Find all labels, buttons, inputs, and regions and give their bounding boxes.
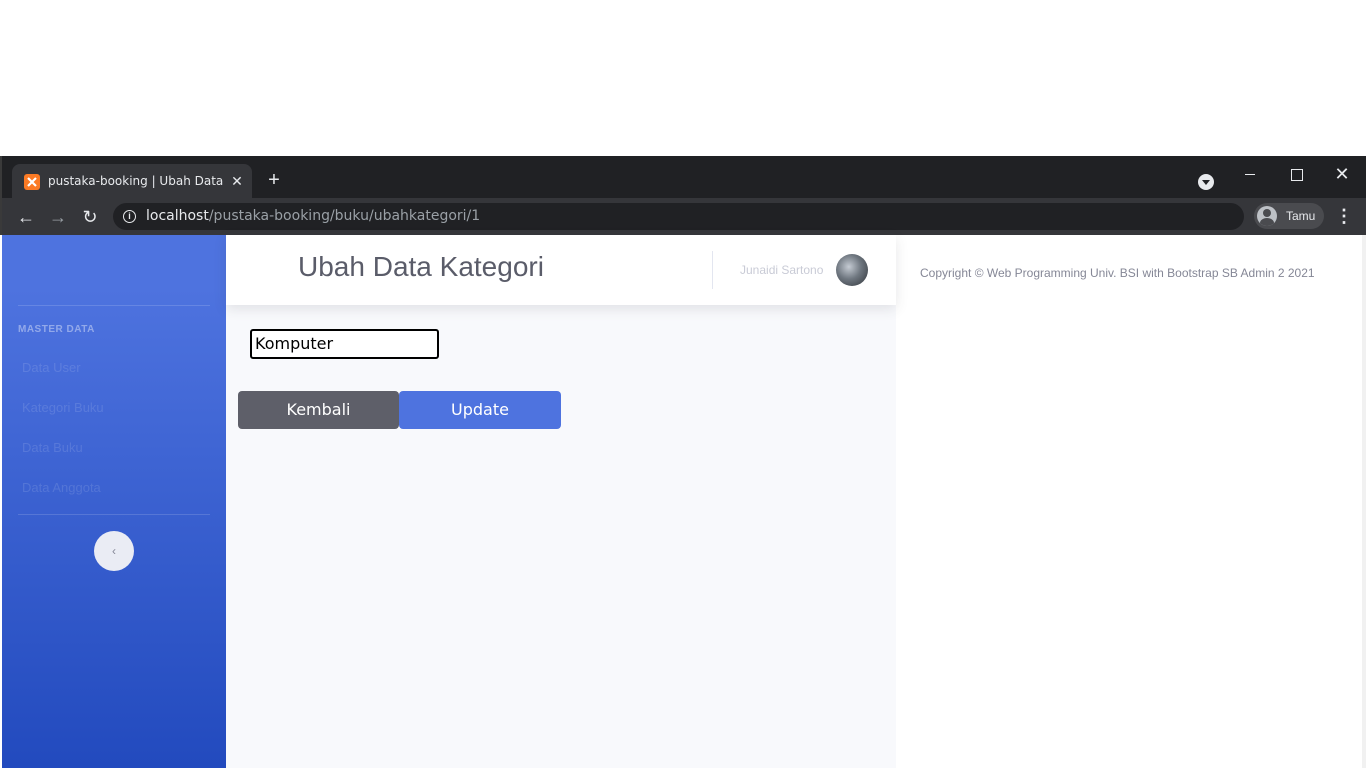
profile-button[interactable]: Tamu — [1254, 203, 1324, 229]
sidebar-toggle-button[interactable]: ‹ — [94, 531, 134, 571]
tab-search-icon[interactable] — [1198, 174, 1214, 190]
update-button[interactable]: Update — [399, 391, 561, 429]
sidebar-heading: MASTER DATA — [18, 324, 95, 335]
sidebar-divider — [18, 514, 210, 515]
reload-button[interactable]: ↻ — [79, 206, 101, 228]
topbar-divider — [712, 251, 713, 289]
url-text: localhost/pustaka-booking/buku/ubahkateg… — [146, 208, 480, 224]
sidebar-item-data-anggota[interactable]: Data Anggota — [22, 480, 101, 495]
address-bar[interactable]: i localhost/pustaka-booking/buku/ubahkat… — [113, 203, 1244, 230]
desktop-background — [0, 0, 1366, 156]
kategori-input[interactable]: Komputer — [250, 329, 439, 359]
browser-tab[interactable]: pustaka-booking | Ubah Data Kategori ✕ — [12, 164, 252, 198]
forward-button[interactable]: → — [47, 206, 69, 228]
page-title: Ubah Data Kategori — [298, 251, 544, 282]
site-info-icon[interactable]: i — [123, 210, 136, 223]
close-window-button[interactable]: ✕ — [1319, 160, 1365, 188]
browser-toolbar: ← → ↻ i localhost/pustaka-booking/buku/u… — [0, 198, 1366, 235]
sidebar-item-data-user[interactable]: Data User — [22, 360, 81, 375]
user-avatar[interactable] — [836, 254, 868, 286]
topbar: Ubah Data Kategori Junaidi Sartono — [226, 235, 896, 305]
copyright-text: Copyright © Web Programming Univ. BSI wi… — [920, 266, 1315, 280]
main-content: Ubah Data Kategori Junaidi Sartono Kompu… — [226, 235, 896, 768]
page-scrollbar[interactable] — [1362, 235, 1366, 768]
back-button[interactable]: ← — [15, 206, 37, 228]
new-tab-button[interactable]: + — [264, 170, 284, 190]
profile-name: Tamu — [1286, 209, 1316, 223]
minimize-button[interactable] — [1227, 160, 1273, 188]
sidebar: MASTER DATA Data User Kategori Buku Data… — [2, 235, 226, 768]
sidebar-divider — [18, 305, 210, 306]
back-button-kembali[interactable]: Kembali — [238, 391, 399, 429]
browser-window: pustaka-booking | Ubah Data Kategori ✕ +… — [0, 156, 1366, 768]
tab-close-icon[interactable]: ✕ — [228, 172, 246, 190]
web-page: MASTER DATA Data User Kategori Buku Data… — [0, 235, 1366, 768]
profile-avatar-icon — [1257, 206, 1277, 226]
url-host: localhost — [146, 208, 209, 224]
xampp-favicon-icon — [24, 174, 40, 190]
tab-strip: pustaka-booking | Ubah Data Kategori ✕ +… — [0, 156, 1366, 198]
tab-title: pustaka-booking | Ubah Data Kategori — [48, 174, 226, 188]
maximize-button[interactable] — [1273, 160, 1319, 188]
url-path: /pustaka-booking/buku/ubahkategori/1 — [208, 208, 481, 224]
browser-menu-icon[interactable]: ⋮ — [1334, 204, 1354, 228]
user-name[interactable]: Junaidi Sartono — [740, 263, 823, 277]
sidebar-item-kategori-buku[interactable]: Kategori Buku — [22, 400, 104, 415]
sidebar-item-data-buku[interactable]: Data Buku — [22, 440, 83, 455]
